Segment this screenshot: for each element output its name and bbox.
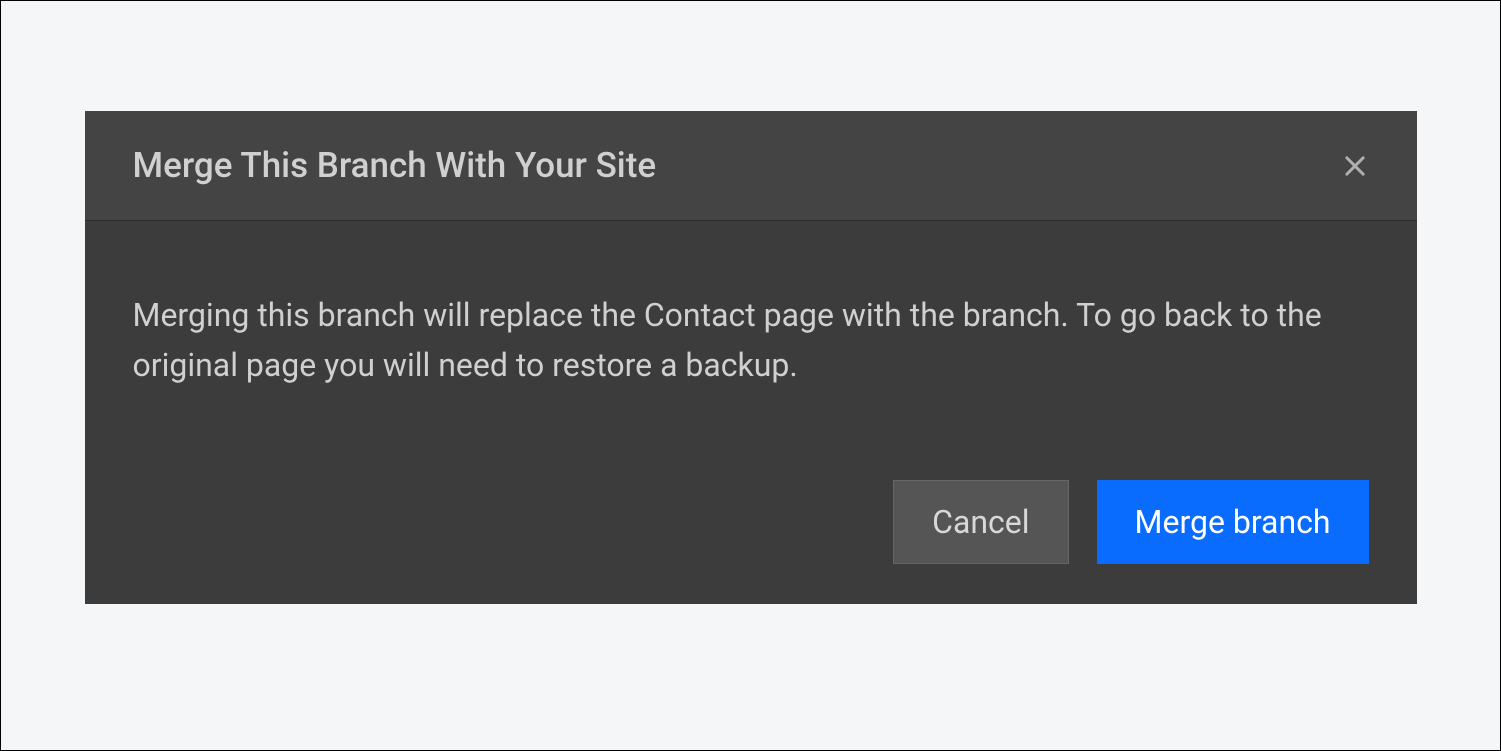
dialog-message: Merging this branch will replace the Con… — [133, 291, 1369, 390]
dialog-footer: Cancel Merge branch — [85, 420, 1417, 604]
merge-branch-dialog: Merge This Branch With Your Site Merging… — [85, 111, 1417, 604]
merge-branch-button[interactable]: Merge branch — [1097, 480, 1369, 564]
dialog-header: Merge This Branch With Your Site — [85, 111, 1417, 221]
close-icon — [1341, 152, 1369, 180]
cancel-button[interactable]: Cancel — [893, 480, 1068, 564]
dialog-body: Merging this branch will replace the Con… — [85, 221, 1417, 420]
close-button[interactable] — [1341, 152, 1369, 180]
dialog-title: Merge This Branch With Your Site — [133, 145, 657, 186]
